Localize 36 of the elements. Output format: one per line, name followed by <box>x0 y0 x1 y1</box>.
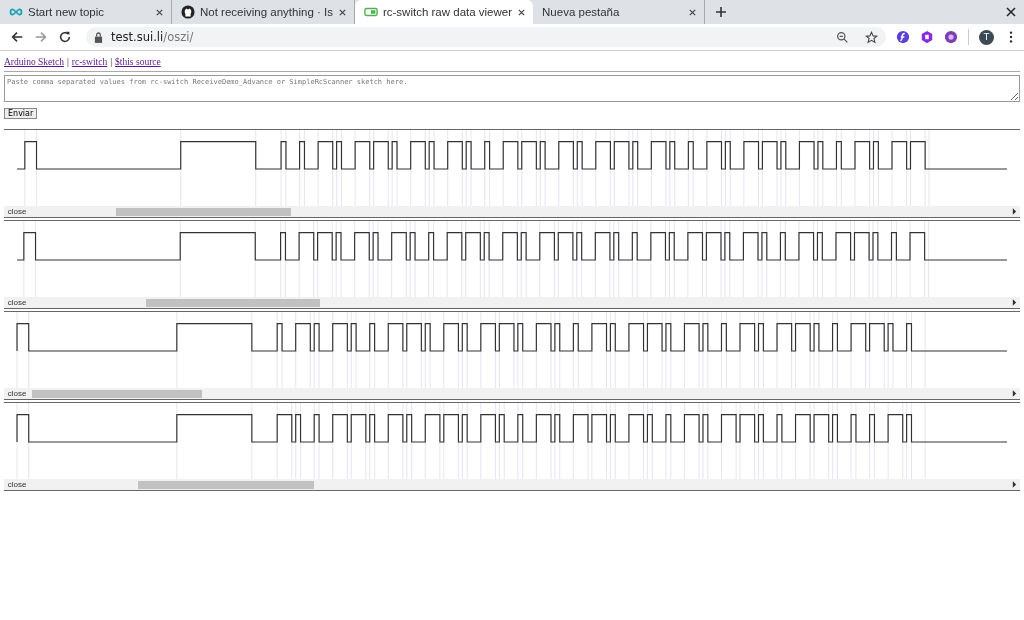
browser-tab[interactable]: Start new topic <box>0 0 172 24</box>
close-icon[interactable] <box>155 7 164 17</box>
page-link[interactable]: rc-switch <box>71 56 108 67</box>
extension-icon[interactable] <box>896 30 910 44</box>
link-separator: | <box>66 56 69 67</box>
page-link[interactable]: Arduino Sketch <box>4 56 64 67</box>
page-link[interactable]: $this source <box>115 56 161 67</box>
zoom-out-icon[interactable] <box>836 30 849 44</box>
new-tab-icon[interactable] <box>715 6 728 18</box>
browser-tab[interactable]: Not receiving anything · Is <box>172 0 355 24</box>
close-button[interactable]: close <box>4 479 30 490</box>
scroll-right-icon[interactable] <box>1012 390 1017 397</box>
close-icon[interactable] <box>688 7 698 17</box>
link-separator: | <box>110 56 113 67</box>
star-icon[interactable] <box>865 30 878 44</box>
close-button[interactable]: close <box>4 206 30 217</box>
extension-icon[interactable] <box>920 30 934 44</box>
close-button[interactable]: close <box>4 388 30 399</box>
reload-icon[interactable] <box>58 30 72 44</box>
browser-tab[interactable]: Nueva pestaña <box>533 0 706 24</box>
toggle-icon <box>363 5 378 19</box>
close-icon[interactable] <box>337 7 347 17</box>
address-bar[interactable]: test.sui.li/oszi/ <box>86 27 886 47</box>
browser-tab[interactable]: rc-switch raw data viewer <box>354 0 534 24</box>
forward-icon[interactable] <box>34 30 48 44</box>
close-button[interactable]: close <box>4 297 30 308</box>
close-icon[interactable] <box>517 7 527 17</box>
close-icon[interactable] <box>1006 7 1016 17</box>
submit-button[interactable]: Enviar <box>4 108 38 119</box>
scroll-right-icon[interactable] <box>1012 208 1017 215</box>
profile-avatar[interactable]: T <box>979 29 994 45</box>
extension-icon[interactable] <box>944 30 958 44</box>
scroll-right-icon[interactable] <box>1012 299 1017 306</box>
back-icon[interactable] <box>10 30 24 44</box>
scroll-right-icon[interactable] <box>1012 481 1017 488</box>
lock-icon <box>94 31 103 43</box>
